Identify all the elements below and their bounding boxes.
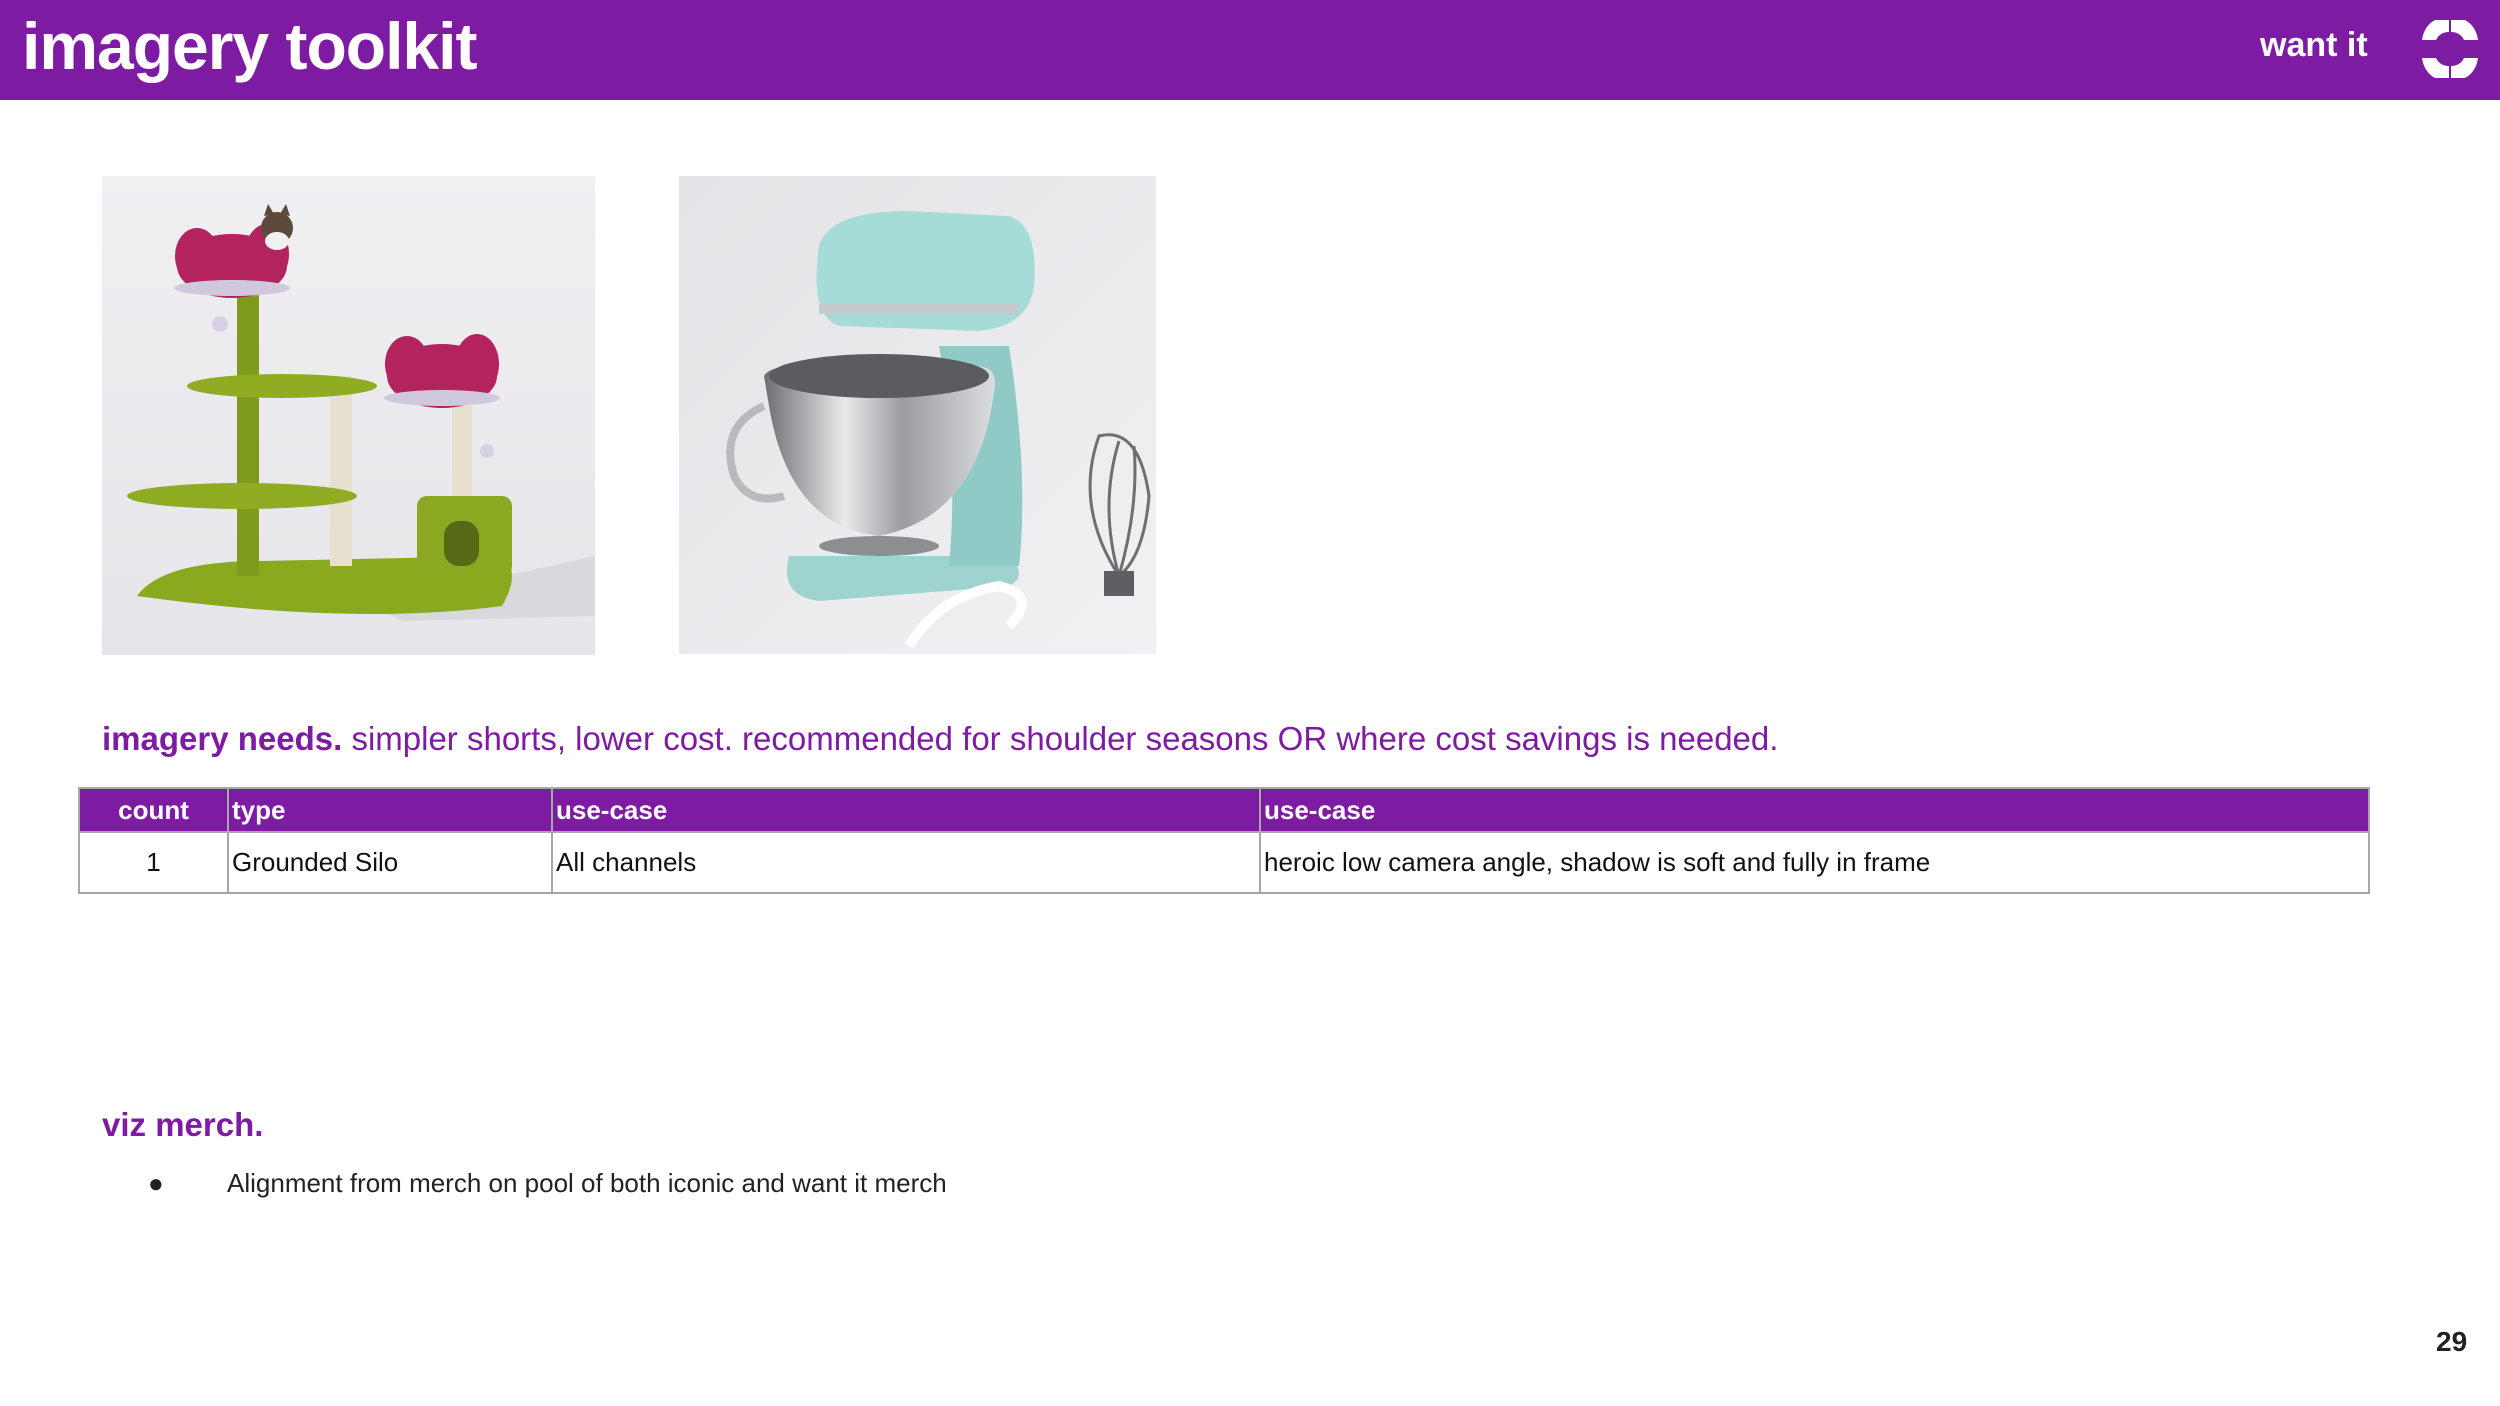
flower-cat-tree-icon bbox=[102, 176, 595, 655]
viz-merch-bullet-text: Alignment from merch on pool of both ico… bbox=[227, 1168, 947, 1198]
cell-count: 1 bbox=[78, 831, 229, 894]
cell-use-case-2: heroic low camera angle, shadow is soft … bbox=[1259, 831, 2370, 894]
stand-mixer-photo bbox=[679, 176, 1156, 654]
viz-merch-heading: viz merch. bbox=[102, 1106, 264, 1143]
bullet-dot: ● bbox=[148, 1168, 164, 1198]
brand-text: want it bbox=[2260, 26, 2368, 64]
stand-mixer-icon bbox=[679, 176, 1156, 654]
brand-logo-icon bbox=[2422, 20, 2478, 78]
header-use-case-1: use-case bbox=[551, 787, 1261, 833]
cat-tree-photo bbox=[102, 176, 595, 655]
imagery-needs-text: simpler shorts, lower cost. recommended … bbox=[342, 720, 1779, 757]
header-count: count bbox=[78, 787, 229, 833]
table-header-row: count type use-case use-case bbox=[78, 787, 2370, 833]
cell-use-case-1: All channels bbox=[551, 831, 1261, 894]
header-use-case-2: use-case bbox=[1259, 787, 2370, 833]
header-bar: imagery toolkit want it bbox=[0, 0, 2500, 100]
table-row: 1 Grounded Silo All channels heroic low … bbox=[78, 831, 2370, 894]
imagery-needs-line: imagery needs. simpler shorts, lower cos… bbox=[102, 720, 1778, 758]
cell-type: Grounded Silo bbox=[227, 831, 553, 894]
page-number: 29 bbox=[2436, 1326, 2468, 1357]
page-title: imagery toolkit bbox=[22, 9, 477, 83]
imagery-needs-heading: imagery needs. bbox=[102, 720, 343, 757]
imagery-table: count type use-case use-case 1 Grounded … bbox=[78, 787, 2370, 894]
header-type: type bbox=[227, 787, 553, 833]
